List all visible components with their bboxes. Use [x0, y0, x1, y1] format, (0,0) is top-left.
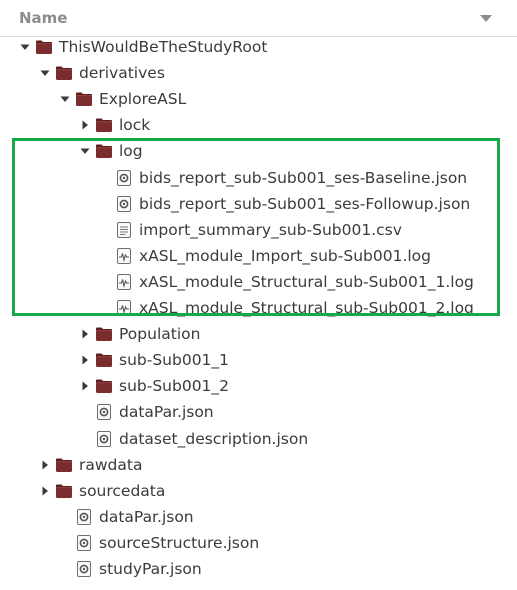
json-file-icon: [75, 508, 93, 526]
tree-item-label: studyPar.json: [99, 560, 202, 578]
expander-collapsed-icon[interactable]: [79, 328, 91, 340]
tree-file-sourcestructure-json[interactable]: sourceStructure.json: [0, 530, 517, 556]
folder-icon: [95, 325, 113, 343]
tree-folder-sub-sub001-2[interactable]: sub-Sub001_2: [0, 373, 517, 399]
tree-item-label: dataPar.json: [99, 507, 194, 526]
expander-collapsed-icon[interactable]: [79, 380, 91, 392]
tree-file-studypar-json[interactable]: studyPar.json: [0, 556, 517, 582]
tree-item-label: sourceStructure.json: [99, 533, 260, 552]
sort-descending-icon[interactable]: [480, 15, 492, 22]
tree-item-label: Population: [119, 325, 201, 344]
tree-item-label: sub-Sub001_2: [119, 377, 230, 396]
tree-file-datapar-json[interactable]: dataPar.json: [0, 399, 517, 425]
folder-icon: [55, 456, 73, 474]
column-header[interactable]: Name: [0, 0, 517, 37]
json-file-icon: [95, 430, 113, 448]
expander-collapsed-icon[interactable]: [79, 354, 91, 366]
expander-collapsed-icon[interactable]: [39, 459, 51, 471]
expander-expanded-icon[interactable]: [59, 93, 71, 105]
highlight-annotation-box: [12, 138, 500, 316]
tree-file-dataset-description-json[interactable]: dataset_description.json: [0, 426, 517, 452]
json-file-icon: [75, 534, 93, 552]
tree-folder-lock[interactable]: lock: [0, 112, 517, 138]
folder-icon: [95, 351, 113, 369]
json-file-icon: [75, 560, 93, 578]
tree-item-label: ExploreASL: [99, 90, 187, 109]
tree-folder-sub-sub001-1[interactable]: sub-Sub001_1: [0, 347, 517, 373]
tree-item-label: dataPar.json: [119, 403, 214, 422]
expander-expanded-icon[interactable]: [39, 67, 51, 79]
tree-folder-rawdata[interactable]: rawdata: [0, 452, 517, 478]
expander-collapsed-icon[interactable]: [39, 485, 51, 497]
folder-icon: [95, 377, 113, 395]
folder-icon: [55, 482, 73, 500]
tree-folder-exploreasl[interactable]: ExploreASL: [0, 86, 517, 112]
tree-item-label: sub-Sub001_1: [119, 351, 230, 370]
folder-icon: [95, 116, 113, 134]
json-file-icon: [95, 403, 113, 421]
folder-icon: [75, 90, 93, 108]
expander-collapsed-icon[interactable]: [79, 119, 91, 131]
folder-icon: [55, 64, 73, 82]
tree-folder-thiswouldbethestudyroot[interactable]: ThisWouldBeTheStudyRoot: [0, 34, 517, 60]
tree-item-label: rawdata: [79, 455, 143, 474]
tree-item-label: ThisWouldBeTheStudyRoot: [59, 38, 268, 56]
tree-folder-derivatives[interactable]: derivatives: [0, 60, 517, 86]
tree-item-label: lock: [119, 116, 151, 135]
column-header-name[interactable]: Name: [19, 9, 67, 27]
tree-folder-population[interactable]: Population: [0, 321, 517, 347]
tree-item-label: dataset_description.json: [119, 429, 309, 448]
expander-expanded-icon[interactable]: [19, 41, 31, 53]
tree-item-label: derivatives: [79, 64, 165, 83]
tree-folder-sourcedata[interactable]: sourcedata: [0, 478, 517, 504]
tree-item-label: sourcedata: [79, 481, 166, 500]
tree-file-datapar-json[interactable]: dataPar.json: [0, 504, 517, 530]
folder-icon: [35, 38, 53, 56]
